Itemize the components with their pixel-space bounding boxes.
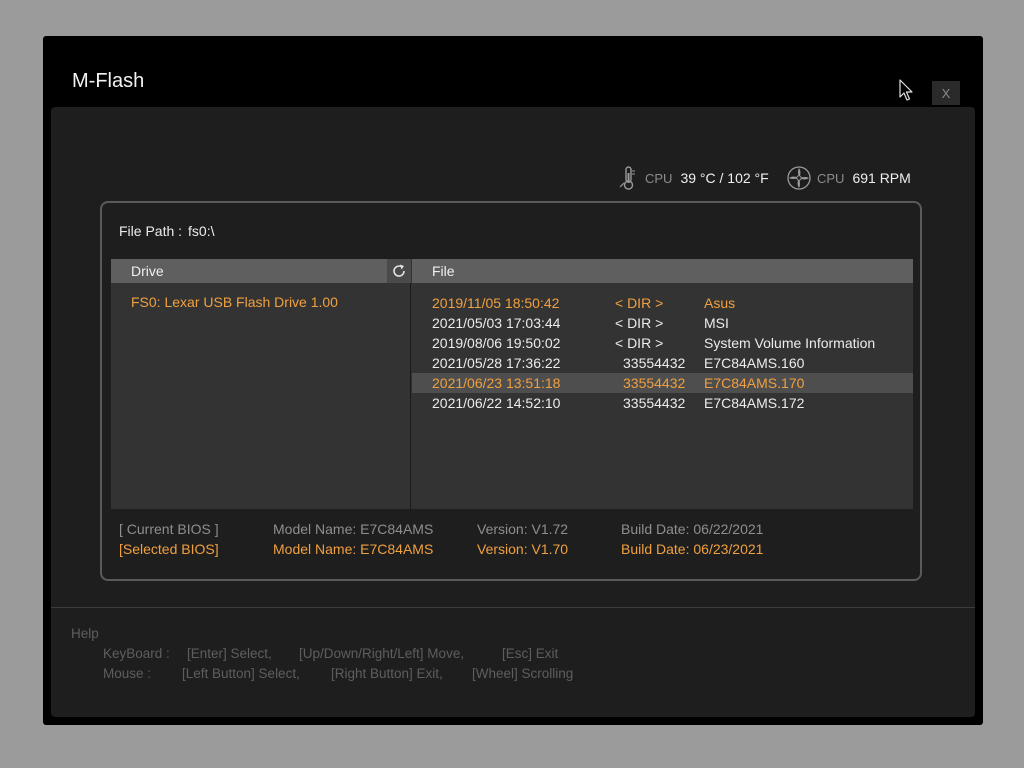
file-name: E7C84AMS.170 bbox=[704, 375, 805, 391]
file-name: E7C84AMS.160 bbox=[704, 355, 805, 371]
help-mouse-label: Mouse : bbox=[103, 666, 152, 681]
help-keyboard-item: [Enter] Select, bbox=[187, 646, 272, 661]
cpu-temp-label: CPU bbox=[645, 170, 673, 186]
fan-icon bbox=[787, 166, 811, 190]
file-size: 33554432 bbox=[623, 395, 686, 411]
selected-bios-info: [Selected BIOS] Model Name: E7C84AMS Ver… bbox=[119, 541, 899, 561]
file-browser-box: File Path : fs0:\ Drive File FS0: Lexar U… bbox=[100, 201, 922, 581]
current-bios-info: [ Current BIOS ] Model Name: E7C84AMS Ve… bbox=[119, 521, 899, 541]
cpu-fan-label: CPU bbox=[817, 170, 845, 186]
file-date: 2019/08/06 19:50:02 bbox=[432, 335, 561, 351]
main-panel: CPU 39 °C / 102 °F CPU 691 RPM File Path… bbox=[51, 107, 975, 717]
help-mouse-item: [Wheel] Scrolling bbox=[472, 666, 574, 681]
cpu-temp-value: 39 °C / 102 °F bbox=[680, 170, 769, 186]
current-bios-label: [ Current BIOS ] bbox=[119, 521, 219, 537]
cpu-fan-value: 691 RPM bbox=[852, 170, 911, 186]
file-date: 2021/05/03 17:03:44 bbox=[432, 315, 561, 331]
help-mouse-item: [Right Button] Exit, bbox=[331, 666, 443, 681]
selected-bios-model: Model Name: E7C84AMS bbox=[273, 541, 434, 557]
file-type: < DIR > bbox=[615, 315, 664, 331]
file-size: 33554432 bbox=[623, 375, 686, 391]
window-title: M-Flash bbox=[72, 70, 145, 92]
file-size: 33554432 bbox=[623, 355, 686, 371]
file-date: 2021/06/22 14:52:10 bbox=[432, 395, 561, 411]
file-row[interactable]: 2021/06/23 13:51:18 33554432 E7C84AMS.17… bbox=[412, 373, 913, 393]
help-mouse-item: [Left Button] Select, bbox=[182, 666, 300, 681]
help-keyboard-label: KeyBoard : bbox=[103, 646, 170, 661]
current-bios-build-date: Build Date: 06/22/2021 bbox=[621, 521, 764, 537]
file-row[interactable]: 2021/05/03 17:03:44 < DIR > MSI bbox=[412, 313, 913, 333]
help-mouse: Mouse : [Left Button] Select, [Right But… bbox=[103, 666, 663, 684]
file-row[interactable]: 2021/05/28 17:36:22 33554432 E7C84AMS.16… bbox=[412, 353, 913, 373]
sensor-bar: CPU 39 °C / 102 °F CPU 691 RPM bbox=[51, 163, 975, 193]
file-column-header: File bbox=[412, 259, 913, 283]
thermometer-icon bbox=[619, 166, 635, 190]
file-type: < DIR > bbox=[615, 295, 664, 311]
selected-bios-label: [Selected BIOS] bbox=[119, 541, 219, 557]
selected-bios-build-date: Build Date: 06/23/2021 bbox=[621, 541, 764, 557]
file-row[interactable]: 2019/11/05 18:50:42 < DIR > Asus bbox=[412, 293, 913, 313]
help-title: Help bbox=[71, 626, 99, 641]
mouse-cursor-icon bbox=[899, 79, 913, 101]
help-keyboard-item: [Up/Down/Right/Left] Move, bbox=[299, 646, 465, 661]
file-date: 2021/05/28 17:36:22 bbox=[432, 355, 561, 371]
current-bios-model: Model Name: E7C84AMS bbox=[273, 521, 434, 537]
m-flash-window: M-Flash X CPU 39 °C / 102 °F CPU 691 RPM… bbox=[43, 36, 983, 725]
current-bios-version: Version: V1.72 bbox=[477, 521, 569, 537]
file-path-value: fs0:\ bbox=[188, 223, 215, 239]
file-path-label: File Path : bbox=[119, 223, 183, 239]
file-type: < DIR > bbox=[615, 335, 664, 351]
cpu-temperature: CPU 39 °C / 102 °F bbox=[617, 163, 769, 193]
drive-column-header: Drive bbox=[111, 259, 387, 283]
drive-item-fs0[interactable]: FS0: Lexar USB Flash Drive 1.00 bbox=[131, 294, 338, 310]
refresh-icon bbox=[393, 264, 405, 277]
column-divider bbox=[410, 283, 411, 509]
close-button[interactable]: X bbox=[932, 81, 960, 105]
help-keyboard: KeyBoard : [Enter] Select, [Up/Down/Righ… bbox=[103, 646, 663, 664]
file-name: E7C84AMS.172 bbox=[704, 395, 805, 411]
file-date: 2019/11/05 18:50:42 bbox=[432, 295, 560, 311]
file-list: 2019/11/05 18:50:42 < DIR > Asus 2021/05… bbox=[412, 293, 913, 413]
help-keyboard-item: [Esc] Exit bbox=[502, 646, 559, 661]
cpu-fan-speed: CPU 691 RPM bbox=[787, 163, 911, 193]
file-path: File Path : fs0:\ bbox=[119, 223, 215, 239]
file-name: Asus bbox=[704, 295, 736, 311]
file-date: 2021/06/23 13:51:18 bbox=[432, 375, 561, 391]
help-divider bbox=[51, 607, 975, 608]
file-row[interactable]: 2021/06/22 14:52:10 33554432 E7C84AMS.17… bbox=[412, 393, 913, 413]
file-row[interactable]: 2019/08/06 19:50:02 < DIR > System Volum… bbox=[412, 333, 913, 353]
file-name: MSI bbox=[704, 315, 729, 331]
refresh-button[interactable] bbox=[387, 259, 411, 283]
file-name: System Volume Information bbox=[704, 335, 876, 351]
selected-bios-version: Version: V1.70 bbox=[477, 541, 569, 557]
list-area: Drive File FS0: Lexar USB Flash Drive 1.… bbox=[111, 259, 913, 509]
